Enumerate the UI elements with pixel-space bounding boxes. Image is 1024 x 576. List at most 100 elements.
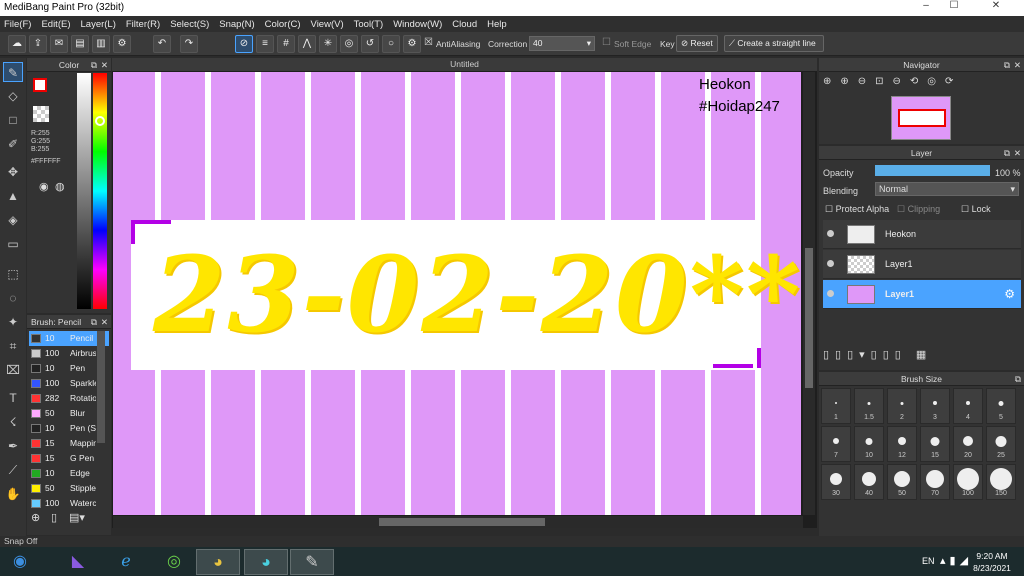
close-icon[interactable]: ✕ bbox=[101, 58, 108, 72]
visibility-eye-icon[interactable] bbox=[827, 230, 834, 237]
maximize-button[interactable]: ☐ bbox=[940, 0, 968, 16]
brush-item[interactable]: 50 Stipple bbox=[29, 481, 109, 496]
close-icon[interactable]: ✕ bbox=[1014, 58, 1021, 72]
move-tool-icon[interactable]: ✥ bbox=[3, 162, 23, 182]
menu-view[interactable]: View(V) bbox=[311, 19, 344, 30]
layer-row[interactable]: Heokon bbox=[823, 220, 1021, 249]
opacity-slider[interactable] bbox=[875, 165, 990, 176]
brush-size-cell[interactable]: 40 bbox=[854, 464, 884, 500]
save-icon[interactable]: ▤ bbox=[71, 35, 89, 53]
soft-edge-checkbox[interactable]: ☐ bbox=[602, 37, 611, 48]
parallel-snap-icon[interactable]: ≡ bbox=[256, 35, 274, 53]
horizontal-scroll-thumb[interactable] bbox=[379, 518, 545, 526]
medibang-icon[interactable]: ✎ bbox=[290, 549, 334, 575]
hue-slider[interactable] bbox=[93, 73, 107, 309]
blending-select[interactable]: Normal ▾ bbox=[875, 182, 1019, 196]
brush-size-cell[interactable]: 3 bbox=[920, 388, 950, 424]
menu-layer[interactable]: Layer(L) bbox=[81, 19, 116, 30]
menu-window[interactable]: Window(W) bbox=[393, 19, 442, 30]
brush-size-cell[interactable]: 5 bbox=[986, 388, 1016, 424]
add-brush-icon[interactable]: ⊕ bbox=[31, 511, 40, 524]
magic-wand-tool-icon[interactable]: ✦ bbox=[3, 312, 23, 332]
hue-handle[interactable] bbox=[95, 116, 105, 126]
navigator-viewport[interactable] bbox=[898, 109, 946, 127]
brush-size-cell[interactable]: 2 bbox=[887, 388, 917, 424]
text-tool-icon[interactable]: T bbox=[3, 388, 23, 408]
internet-explorer-icon[interactable]: ℯ bbox=[104, 549, 148, 575]
visibility-eye-icon[interactable] bbox=[827, 290, 834, 297]
menu-help[interactable]: Help bbox=[487, 19, 507, 30]
menu-edit[interactable]: Edit(E) bbox=[41, 19, 70, 30]
eraser-tool-icon[interactable]: ◇ bbox=[3, 86, 23, 106]
start-button-icon[interactable]: ◉ bbox=[0, 549, 40, 575]
brush-size-cell[interactable]: 1 bbox=[821, 388, 851, 424]
menu-tool[interactable]: Tool(T) bbox=[354, 19, 384, 30]
comment-icon[interactable]: ✉ bbox=[50, 35, 68, 53]
visual-studio-icon[interactable]: ◣ bbox=[56, 549, 100, 575]
eyedropper-tool-icon[interactable]: ✒ bbox=[3, 436, 23, 456]
close-icon[interactable]: ✕ bbox=[1014, 146, 1021, 160]
close-button[interactable]: ✕ bbox=[968, 0, 1024, 16]
bucket-tool-icon[interactable]: ◈ bbox=[3, 210, 23, 230]
language-indicator[interactable]: EN bbox=[922, 556, 935, 566]
menu-color[interactable]: Color(C) bbox=[265, 19, 301, 30]
brush-size-cell[interactable]: 30 bbox=[821, 464, 851, 500]
brush-item[interactable]: 15 G Pen bbox=[29, 451, 109, 466]
detach-icon[interactable]: ⧉ bbox=[91, 315, 97, 329]
brush-item[interactable]: 100 Watercolor bbox=[29, 496, 109, 511]
lasso-tool-icon[interactable]: ◌ bbox=[3, 288, 23, 308]
menu-select[interactable]: Select(S) bbox=[170, 19, 209, 30]
grid-snap-icon[interactable]: # bbox=[277, 35, 295, 53]
document-tab[interactable]: Untitled bbox=[112, 58, 817, 71]
layer-actions[interactable]: ▯▯▯▾▯▯▯ ▦ bbox=[823, 348, 932, 361]
new-brush-icon[interactable]: ▯ bbox=[51, 511, 57, 524]
lock-checkbox[interactable]: ☐ Lock bbox=[961, 204, 991, 215]
hand-tool-icon[interactable]: ✋ bbox=[3, 484, 23, 504]
vertical-scroll-thumb[interactable] bbox=[805, 248, 813, 388]
foreground-color-swatch[interactable] bbox=[33, 78, 47, 92]
brush-menu-icon[interactable]: ▤▾ bbox=[69, 511, 85, 524]
undo-icon[interactable]: ↶ bbox=[153, 35, 171, 53]
antialiasing-checkbox[interactable]: ☒ bbox=[424, 37, 433, 48]
straight-line-button[interactable]: ⟋ Create a straight line bbox=[724, 35, 824, 52]
brush-tool-icon[interactable]: ✎ bbox=[3, 62, 23, 82]
brush-item[interactable]: 10 Edge bbox=[29, 466, 109, 481]
select-eraser-tool-icon[interactable]: ⌧ bbox=[3, 360, 23, 380]
gradient-tool-icon[interactable]: ▭ bbox=[3, 234, 23, 254]
detach-icon[interactable]: ⧉ bbox=[1004, 146, 1010, 160]
concentric-snap-icon[interactable]: ◎ bbox=[340, 35, 358, 53]
snap-off-icon[interactable]: ⊘ bbox=[235, 35, 253, 53]
detach-icon[interactable]: ⧉ bbox=[1015, 372, 1021, 386]
visibility-eye-icon[interactable] bbox=[827, 260, 834, 267]
brush-size-cell[interactable]: 150 bbox=[986, 464, 1016, 500]
snap-settings-icon[interactable]: ⚙ bbox=[403, 35, 421, 53]
brush-list-scrollbar[interactable] bbox=[97, 331, 105, 443]
brush-size-cell[interactable]: 50 bbox=[887, 464, 917, 500]
curve-snap-icon[interactable]: ↺ bbox=[361, 35, 379, 53]
brush-size-cell[interactable]: 4 bbox=[953, 388, 983, 424]
document-icon[interactable]: ▥ bbox=[92, 35, 110, 53]
settings-icon[interactable]: ⚙ bbox=[113, 35, 131, 53]
palette-add-icon[interactable]: ◍ bbox=[55, 180, 65, 193]
horizontal-scrollbar[interactable] bbox=[113, 516, 803, 528]
divide-tool-icon[interactable]: ⟋ bbox=[3, 460, 23, 480]
select-tool-icon[interactable]: ⬚ bbox=[3, 264, 23, 284]
brightness-slider[interactable] bbox=[77, 73, 91, 309]
operation-tool-icon[interactable]: ☇ bbox=[3, 412, 23, 432]
vertical-scrollbar[interactable] bbox=[803, 72, 815, 515]
navigator-preview[interactable] bbox=[891, 96, 951, 140]
rectangle-tool-icon[interactable]: □ bbox=[3, 110, 23, 130]
circle-snap-icon[interactable]: ○ bbox=[382, 35, 400, 53]
brush-size-cell[interactable]: 10 bbox=[854, 426, 884, 462]
menu-file[interactable]: File(F) bbox=[4, 19, 31, 30]
palette-icon[interactable]: ◉ bbox=[39, 180, 49, 193]
redo-icon[interactable]: ↷ bbox=[180, 35, 198, 53]
brush-size-cell[interactable]: 25 bbox=[986, 426, 1016, 462]
menu-cloud[interactable]: Cloud bbox=[452, 19, 477, 30]
radial-snap-icon[interactable]: ✳ bbox=[319, 35, 337, 53]
fill-tool-icon[interactable]: ▲ bbox=[3, 186, 23, 206]
app-icon[interactable]: ◎ bbox=[152, 549, 196, 575]
perspective-snap-icon[interactable]: ⋀ bbox=[298, 35, 316, 53]
share-icon[interactable]: ⇪ bbox=[29, 35, 47, 53]
chrome-app-icon[interactable]: ◕ bbox=[244, 549, 288, 575]
